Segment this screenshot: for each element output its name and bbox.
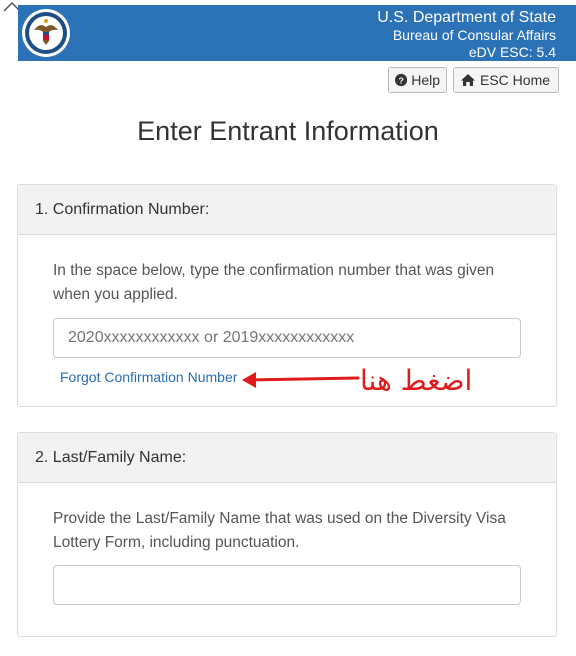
arabic-annotation-text: اضغط هنا	[360, 364, 473, 397]
last-name-instructions: Provide the Last/Family Name that was us…	[53, 510, 506, 551]
bureau-name: Bureau of Consular Affairs	[392, 27, 556, 43]
home-icon	[461, 74, 475, 86]
site-header: U.S. Department of State Bureau of Consu…	[18, 5, 576, 61]
forgot-confirmation-number-link[interactable]: Forgot Confirmation Number	[60, 369, 237, 385]
svg-text:?: ?	[398, 75, 403, 85]
confirmation-instructions: In the space below, type the confirmatio…	[53, 262, 495, 303]
last-name-input[interactable]	[53, 565, 521, 605]
department-seal-icon	[22, 9, 70, 57]
help-button[interactable]: ? Help	[388, 67, 447, 93]
esc-home-button[interactable]: ESC Home	[453, 67, 559, 93]
section-heading: 1. Confirmation Number:	[18, 185, 556, 235]
page-title: Enter Entrant Information	[137, 116, 439, 146]
department-name: U.S. Department of State	[377, 9, 556, 26]
help-label: Help	[411, 72, 440, 88]
app-version: eDV ESC: 5.4	[468, 44, 556, 60]
esc-home-label: ESC Home	[480, 72, 551, 88]
question-circle-icon: ?	[395, 73, 408, 87]
confirmation-number-input[interactable]	[53, 318, 521, 358]
section-heading: 2. Last/Family Name:	[18, 433, 556, 483]
last-name-panel: 2. Last/Family Name: Provide the Last/Fa…	[17, 432, 557, 637]
